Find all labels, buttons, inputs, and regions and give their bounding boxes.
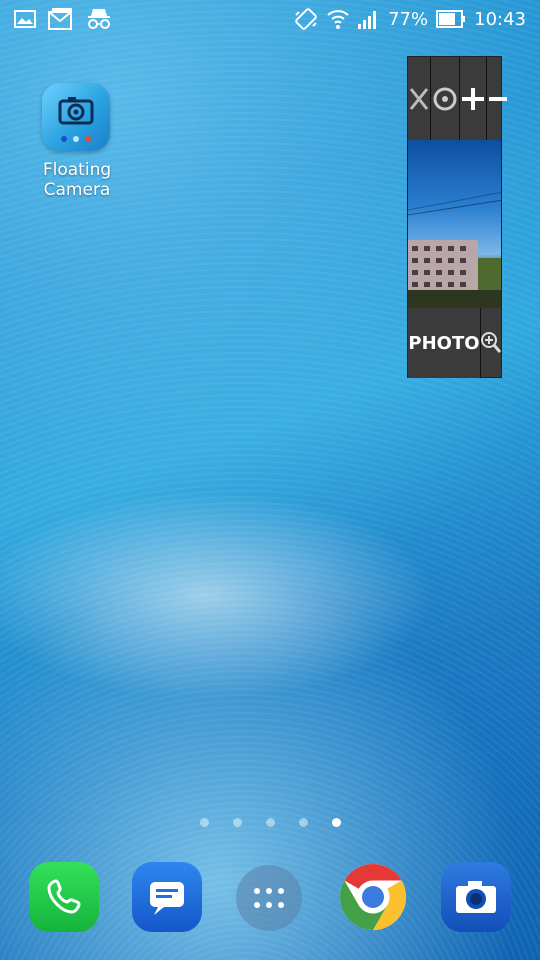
page-indicator[interactable]: [0, 818, 540, 827]
camera-icon: [456, 881, 496, 913]
floating-camera-label: Floating Camera: [42, 160, 112, 200]
zoom-plus-icon: [462, 87, 484, 110]
app-drawer[interactable]: [236, 865, 302, 931]
chrome-icon: [339, 864, 407, 930]
wifi-icon: [326, 8, 350, 30]
status-bar: 77% 10:43: [0, 0, 540, 38]
dock: [0, 862, 540, 938]
battery-percent: 77%: [388, 8, 429, 30]
floating-window-actions: PHOTO: [408, 308, 501, 378]
phone-app[interactable]: [29, 862, 99, 932]
close-button[interactable]: [408, 57, 431, 140]
close-icon: [409, 87, 429, 110]
signal-icon: [358, 9, 380, 29]
floating-camera-app[interactable]: [42, 83, 112, 151]
zoom-button[interactable]: [481, 308, 501, 378]
phone-icon: [47, 879, 81, 914]
vibrate-icon: [294, 7, 318, 31]
zoom-out-button[interactable]: [487, 57, 509, 140]
battery-icon: [436, 10, 466, 28]
status-left: [14, 8, 112, 30]
incognito-icon: [86, 8, 112, 30]
gallery-icon: [14, 10, 36, 28]
floating-camera-window[interactable]: PHOTO: [407, 56, 507, 378]
page-dot[interactable]: [265, 818, 275, 827]
page-dot-active[interactable]: [331, 818, 341, 827]
page-dot[interactable]: [298, 818, 308, 827]
zoom-in-button[interactable]: [460, 57, 487, 140]
camera-preview: [408, 140, 501, 308]
gmail-icon: [48, 8, 74, 30]
photo-button[interactable]: PHOTO: [408, 308, 481, 378]
zoom-minus-icon: [489, 96, 507, 101]
page-dot[interactable]: [232, 818, 242, 827]
page-dot[interactable]: [199, 818, 209, 827]
messages-app[interactable]: [132, 862, 202, 932]
floating-window-toolbar: [408, 57, 507, 140]
chrome-app[interactable]: [338, 862, 408, 932]
camera-app[interactable]: [441, 862, 511, 932]
floating-camera-icon: [42, 83, 110, 151]
messages-icon: [150, 882, 184, 915]
switch-camera-button[interactable]: [431, 57, 460, 140]
app-drawer-icon: [254, 888, 284, 908]
status-right: 77% 10:43: [294, 7, 526, 31]
clock: 10:43: [474, 8, 526, 30]
switch-camera-icon: [433, 87, 457, 110]
magnifier-icon: [481, 332, 501, 353]
